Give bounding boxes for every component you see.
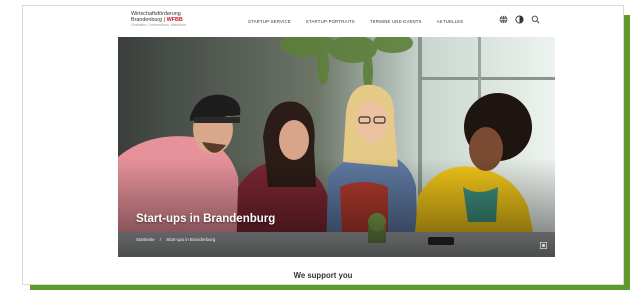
contrast-icon[interactable] (515, 15, 524, 24)
site-header: Wirtschaftsförderung Brandenburg | WFBB … (23, 6, 623, 38)
language-icon[interactable] (499, 15, 508, 24)
site-logo[interactable]: Wirtschaftsförderung Brandenburg | WFBB … (131, 11, 187, 28)
nav-item-events[interactable]: Termine und Events (370, 19, 422, 24)
image-info-icon[interactable] (540, 242, 547, 249)
breadcrumb-current: Start-ups in Brandenburg (166, 237, 216, 242)
header-tools (499, 15, 540, 24)
breadcrumb: Startseite / Start-ups in Brandenburg (136, 237, 215, 242)
main-nav: Startup-Service Startup-Portraits Termin… (248, 19, 463, 24)
section-heading: We support you (293, 271, 353, 280)
hero-banner: Start-ups in Brandenburg Startseite / St… (118, 37, 555, 257)
breadcrumb-separator: / (159, 237, 162, 242)
search-icon[interactable] (531, 15, 540, 24)
browser-page: Wirtschaftsförderung Brandenburg | WFBB … (22, 5, 624, 285)
nav-item-startup-service[interactable]: Startup-Service (248, 19, 291, 24)
hero-title: Start-ups in Brandenburg (136, 213, 276, 225)
breadcrumb-home[interactable]: Startseite (136, 237, 155, 242)
logo-line2-prefix: Brandenburg | (131, 16, 167, 23)
nav-item-news[interactable]: Aktuelles (437, 19, 464, 24)
nav-item-startup-portraits[interactable]: Startup-Portraits (306, 19, 355, 24)
logo-line2-accent: WFBB (166, 16, 183, 23)
logo-tagline: Gestalten. Unterstützen. Mitwirken. (131, 23, 187, 28)
